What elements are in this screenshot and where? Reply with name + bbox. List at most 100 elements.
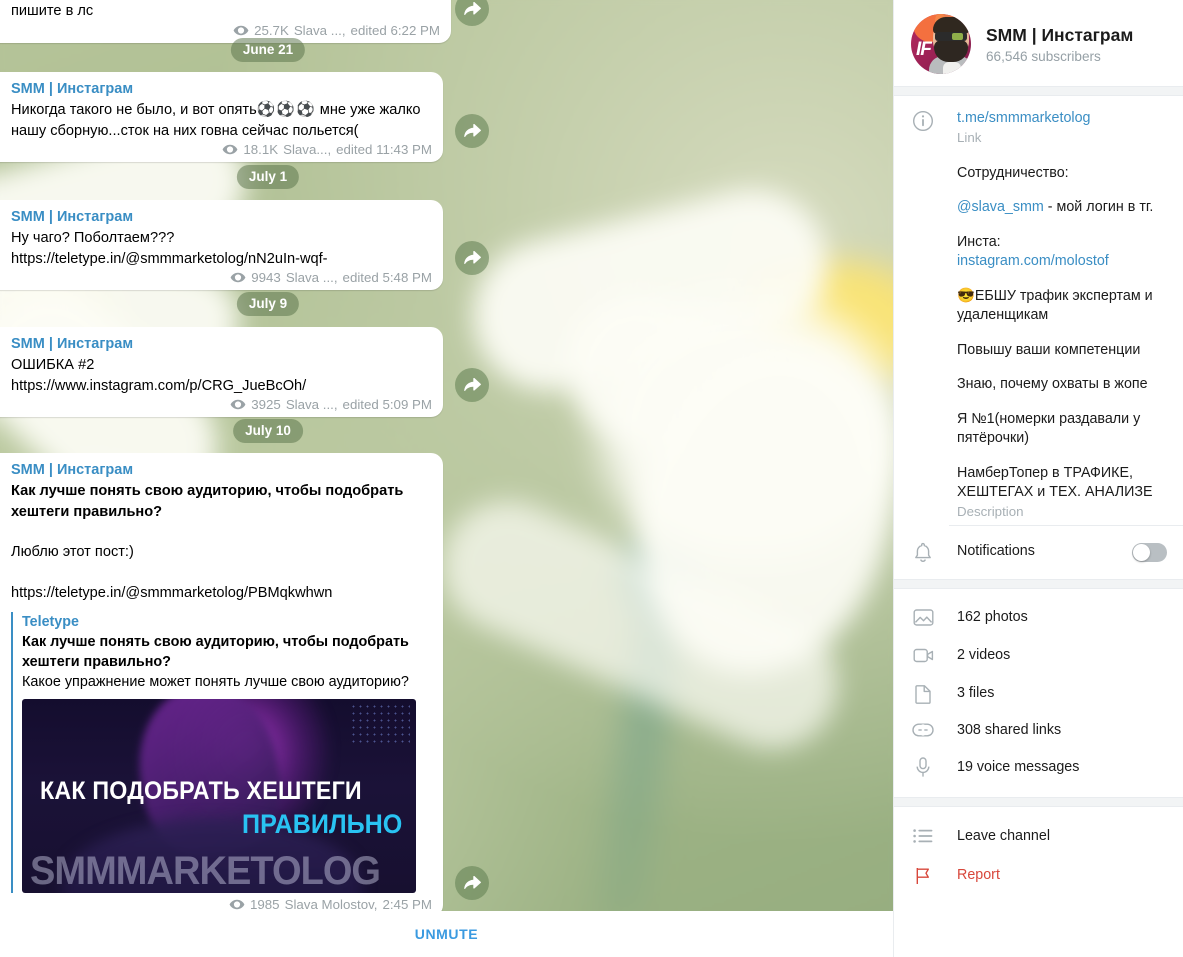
description-caption: Description (957, 503, 1024, 519)
media-row-files[interactable]: 3 files (894, 674, 1183, 713)
sunglasses-emoji: 😎 (957, 287, 975, 304)
message-link[interactable]: https://teletype.in/@smmmarketolog/nN2uI… (11, 249, 432, 270)
views-icon (233, 25, 249, 36)
channel-link[interactable]: t.me/smmmarketolog (957, 109, 1167, 129)
share-button[interactable] (455, 0, 489, 26)
message-title-line1: Как лучше понять свою аудиторию, чтобы п… (11, 483, 404, 499)
description-username-line: @slava_smm - мой логин в тг. (957, 199, 1154, 215)
channel-avatar[interactable]: IF (911, 14, 971, 74)
file-icon (911, 683, 935, 704)
view-count: 1985 (250, 897, 280, 912)
media-row-voice[interactable]: 19 voice messages (894, 747, 1183, 787)
message-signature: Slava Molostov, (284, 897, 378, 912)
notifications-row[interactable]: Notifications (894, 526, 1183, 579)
unmute-button[interactable]: UNMUTE (415, 926, 478, 942)
preview-image-text-mid: ПРАВИЛЬНО (241, 809, 402, 839)
media-label: 3 files (957, 685, 995, 701)
report-row[interactable]: Report (894, 855, 1183, 894)
channel-link-row[interactable]: t.me/smmmarketolog Link (894, 96, 1183, 149)
views-icon (230, 399, 246, 410)
message-bubble[interactable]: пишите в лс 25.7K Slava ..., edited 6:22… (0, 0, 451, 43)
link-preview-site: Teletype (22, 614, 79, 630)
link-preview[interactable]: Teletype Как лучше понять свою аудиторию… (11, 612, 432, 893)
message-signature: Slava ..., (293, 22, 346, 38)
message-text: Никогда такого не было, и вот опять⚽⚽⚽ м… (11, 101, 421, 118)
view-count: 25.7K (254, 22, 289, 38)
description-line-6: Повышу ваши компетенции (957, 341, 1141, 358)
video-icon (911, 645, 935, 665)
soccer-ball-emoji: ⚽⚽⚽ (256, 101, 316, 118)
message-signature: Slava ..., (285, 270, 338, 285)
media-row-links[interactable]: 308 shared links (894, 713, 1183, 747)
media-label: 162 photos (957, 608, 1028, 625)
section-divider (894, 578, 1183, 589)
message-text: пишите в лс (11, 3, 94, 19)
view-count: 9943 (251, 270, 281, 285)
channel-header: IF SMM | Инстаграм 66,546 subscribers (894, 0, 1183, 86)
views-icon (229, 899, 245, 910)
date-separator: July 1 (236, 165, 300, 189)
link-preview-title-line1: Как лучше понять свою аудиторию, чтобы п… (22, 634, 409, 650)
message-time: edited 5:48 PM (342, 270, 432, 285)
channel-info-panel: IF SMM | Инстаграм 66,546 subscribers t.… (893, 0, 1183, 957)
message-text: ОШИБКА #2 (11, 357, 95, 373)
description-insta-link[interactable]: instagram.com/molostof (957, 252, 1167, 272)
channel-title: SMM | Инстаграм (986, 25, 1134, 45)
message-bubble[interactable]: SMM | Инстаграм Ну чаго? Поболтаем??? ht… (0, 200, 443, 290)
photo-icon (911, 607, 935, 627)
date-separator: June 21 (230, 38, 306, 62)
unmute-bar: UNMUTE (0, 911, 893, 957)
notifications-label: Notifications (957, 543, 1035, 560)
link-preview-image[interactable]: КАК ПОДОБРАТЬ ХЕШТЕГИ ПРАВИЛЬНО SMMMARKE… (22, 699, 416, 893)
description-username[interactable]: @slava_smm (957, 199, 1044, 215)
message-bubble[interactable]: SMM | Инстаграм Как лучше понять свою ау… (0, 453, 443, 917)
shared-media-list: 162 photos 2 videos 3 files 308 shared l… (894, 589, 1183, 797)
message-text: Ну чаго? Поболтаем??? (11, 230, 175, 246)
message-time: 2:45 PM (382, 897, 432, 912)
report-label: Report (957, 867, 1000, 883)
message-author: SMM | Инстаграм (11, 336, 134, 352)
report-icon (911, 866, 935, 885)
section-divider (894, 86, 1183, 96)
message-author: SMM | Инстаграм (11, 209, 134, 225)
description-line-5: 😎ЕБШУ трафик экспертам и удаленщикам (957, 287, 1153, 324)
view-count: 3925 (251, 397, 281, 412)
message-list: пишите в лс 25.7K Slava ..., edited 6:22… (0, 0, 893, 957)
share-button[interactable] (455, 114, 489, 148)
message-bubble[interactable]: SMM | Инстаграм Никогда такого не было, … (0, 72, 443, 162)
date-separator: July 10 (233, 419, 303, 443)
message-time: edited 5:09 PM (342, 397, 432, 412)
channel-actions: Leave channel Report (894, 807, 1183, 894)
section-divider (894, 796, 1183, 807)
microphone-icon (911, 756, 935, 778)
link-icon (911, 722, 935, 737)
message-meta: 1985 Slava Molostov, 2:45 PM (11, 897, 432, 912)
media-row-videos[interactable]: 2 videos (894, 636, 1183, 674)
link-preview-description: Какое упражнение может понять лучше свою… (22, 674, 409, 690)
media-label: 308 shared links (957, 721, 1062, 738)
message-body: Люблю этот пост:) (11, 544, 134, 560)
media-label: 2 videos (957, 646, 1011, 663)
channel-link-caption: Link (957, 129, 982, 145)
description-line-8: Я №1(номерки раздавали у пятёрочки) (957, 410, 1141, 447)
description-insta-label: Инста: (957, 233, 1001, 250)
message-link[interactable]: https://www.instagram.com/p/CRG_JueBcOh/ (11, 376, 432, 397)
preview-image-text-top: КАК ПОДОБРАТЬ ХЕШТЕГИ (40, 777, 362, 805)
notifications-toggle[interactable] (1132, 542, 1167, 562)
message-author: SMM | Инстаграм (11, 81, 134, 97)
message-title-line2: хештеги правильно? (11, 503, 163, 520)
channel-description: Сотрудничество: @slava_smm - мой логин в… (957, 149, 1167, 519)
description-collab-label: Сотрудничество: (957, 164, 1069, 181)
media-row-photos[interactable]: 162 photos (894, 598, 1183, 636)
views-icon (230, 272, 246, 283)
share-button[interactable] (455, 368, 489, 402)
link-preview-title-line2: хештеги правильно? (22, 654, 171, 670)
message-meta: 9943 Slava ..., edited 5:48 PM (11, 270, 432, 285)
list-icon (911, 828, 935, 843)
date-separator: July 9 (236, 292, 300, 316)
share-button[interactable] (455, 866, 489, 900)
share-button[interactable] (455, 241, 489, 275)
leave-channel-row[interactable]: Leave channel (894, 817, 1183, 855)
message-link[interactable]: https://teletype.in/@smmmarketolog/PBMqk… (11, 583, 432, 604)
message-bubble[interactable]: SMM | Инстаграм ОШИБКА #2 https://www.in… (0, 327, 443, 417)
